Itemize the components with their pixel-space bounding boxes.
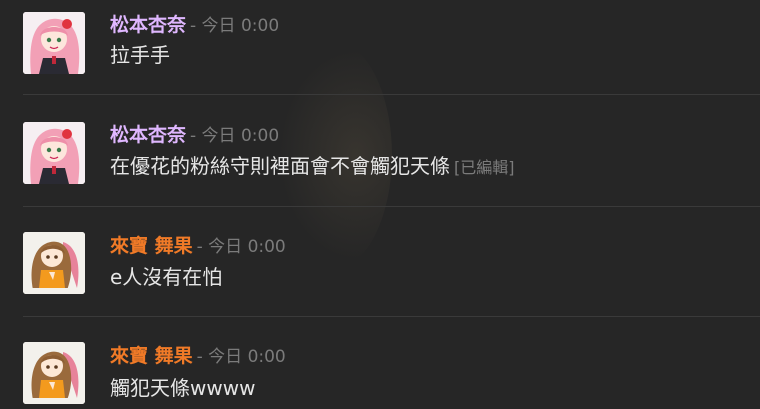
message-text: 拉手手 (110, 40, 170, 70)
message-header: 松本杏奈 - 今日 0:00 (110, 121, 279, 149)
message-header: 來寶 舞果 - 今日 0:00 (110, 342, 286, 370)
author-name[interactable]: 松本杏奈 (110, 124, 186, 146)
message-body: 在優花的粉絲守則裡面會不會觸犯天條 (110, 154, 450, 178)
timestamp: - 今日 0:00 (190, 16, 280, 36)
timestamp: - 今日 0:00 (190, 126, 280, 146)
chat-message[interactable]: 來寶 舞果 - 今日 0:00 觸犯天條wwww (0, 317, 760, 409)
pink-hair-anime-girl-avatar[interactable] (23, 12, 85, 74)
author-name[interactable]: 來寶 舞果 (110, 345, 193, 367)
timestamp: - 今日 0:00 (196, 237, 286, 257)
message-text: e人沒有在怕 (110, 262, 222, 292)
message-body: 拉手手 (110, 43, 170, 67)
edited-tag: [已編輯] (454, 158, 515, 177)
message-text: 觸犯天條wwww (110, 373, 255, 403)
chat-message-list: 松本杏奈 - 今日 0:00 拉手手 松本杏奈 - 今日 0:00 在優花的粉絲… (0, 0, 760, 409)
message-body: e人沒有在怕 (110, 265, 223, 289)
message-body: 觸犯天條wwww (110, 376, 256, 400)
pink-hair-anime-girl-avatar[interactable] (23, 122, 85, 184)
message-header: 來寶 舞果 - 今日 0:00 (110, 232, 286, 260)
brown-hair-anime-girl-avatar[interactable] (23, 232, 85, 294)
message-text: 在優花的粉絲守則裡面會不會觸犯天條 [已編輯] (110, 151, 515, 181)
author-name[interactable]: 松本杏奈 (110, 14, 186, 36)
message-header: 松本杏奈 - 今日 0:00 (110, 11, 279, 39)
brown-hair-anime-girl-avatar[interactable] (23, 342, 85, 404)
author-name[interactable]: 來寶 舞果 (110, 235, 193, 257)
chat-message[interactable]: 松本杏奈 - 今日 0:00 在優花的粉絲守則裡面會不會觸犯天條 [已編輯] (0, 95, 760, 205)
chat-message[interactable]: 來寶 舞果 - 今日 0:00 e人沒有在怕 (0, 207, 760, 317)
timestamp: - 今日 0:00 (196, 347, 286, 367)
